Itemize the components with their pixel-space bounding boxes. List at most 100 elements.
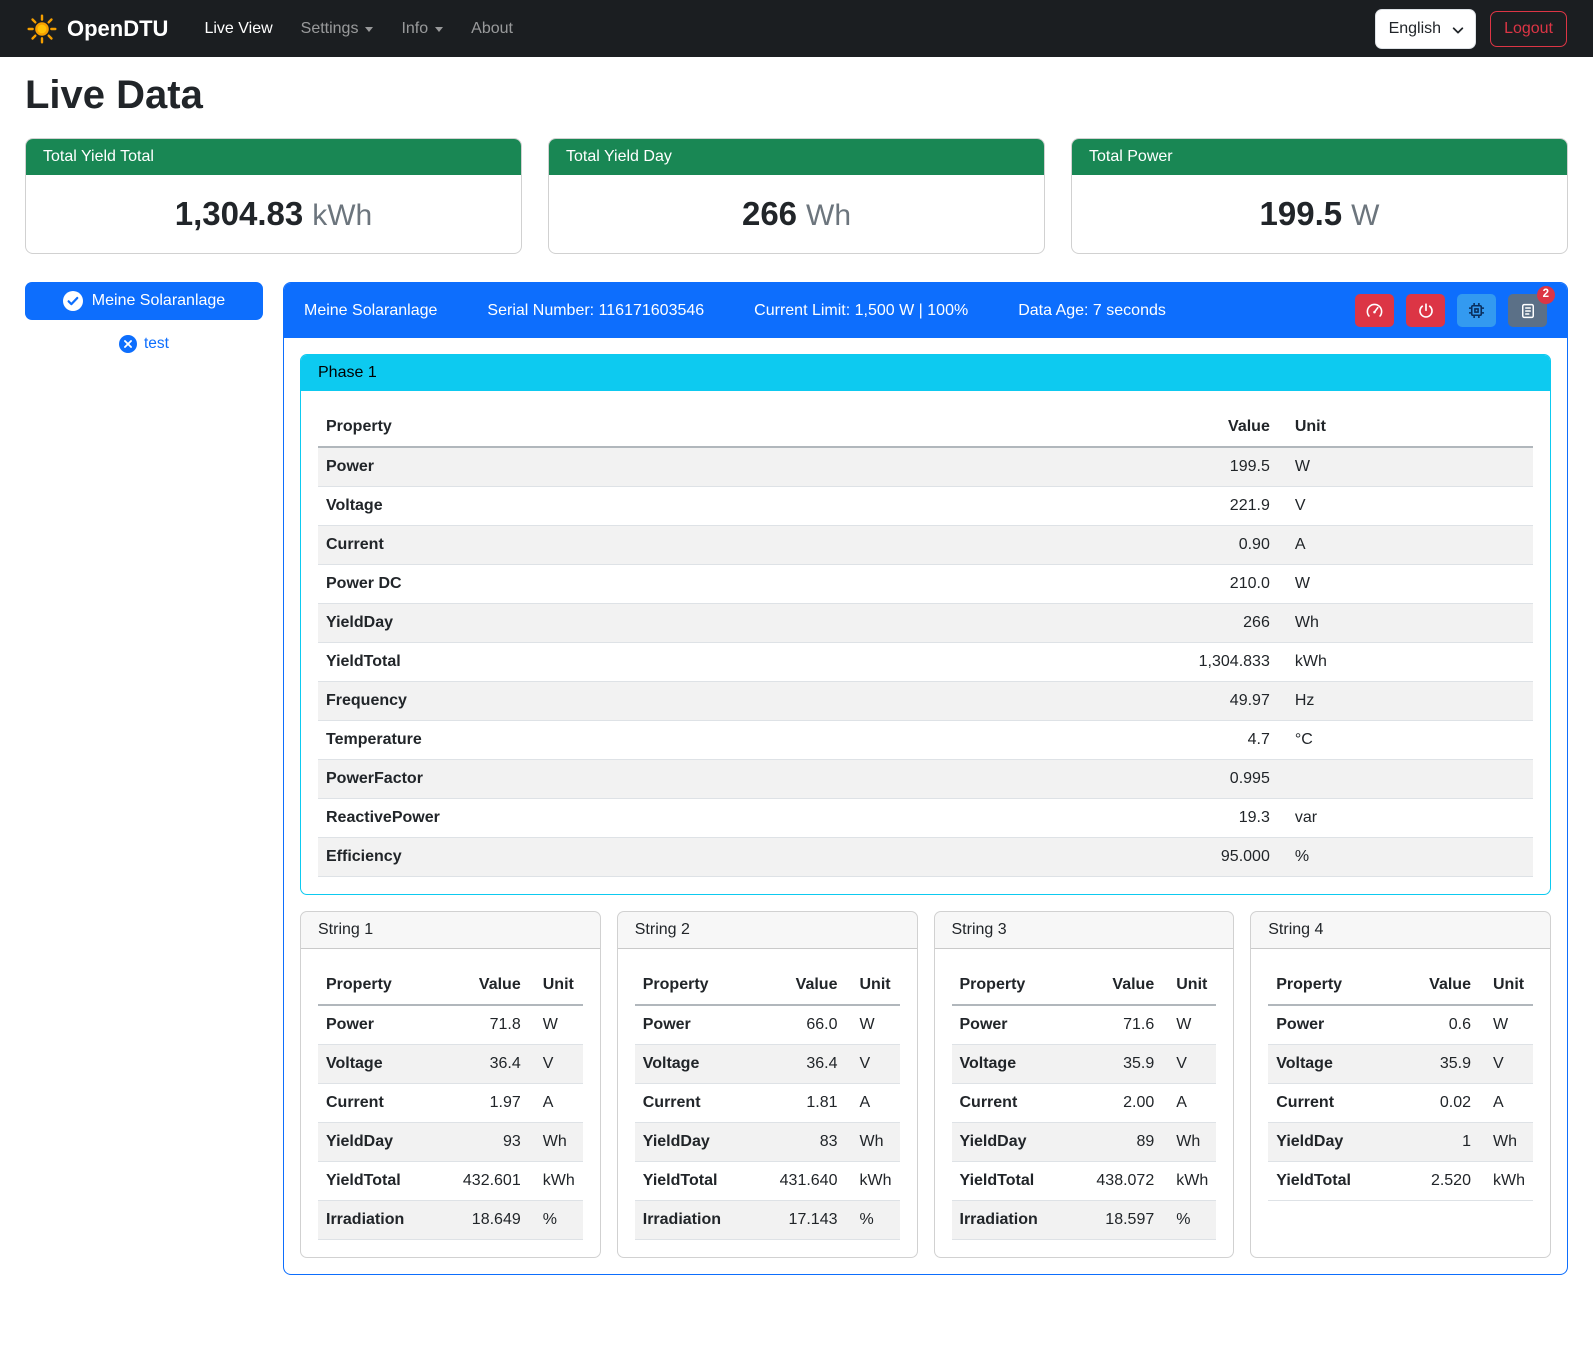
inverter-limit: Current Limit: 1,500 W | 100% xyxy=(754,302,968,320)
table-row: YieldTotal432.601kWh xyxy=(318,1162,583,1201)
property-cell: YieldDay xyxy=(952,1123,1089,1162)
table-row: YieldDay1Wh xyxy=(1268,1123,1533,1162)
inverter-select-button[interactable]: Meine Solaranlage xyxy=(25,282,263,320)
unit-cell: °C xyxy=(1278,721,1533,760)
string-card-4: String 4 Property Value Unit xyxy=(1250,911,1551,1258)
nav-settings[interactable]: Settings xyxy=(287,12,388,46)
unit-cell: Hz xyxy=(1278,682,1533,721)
summary-card-yield-total: Total Yield Total 1,304.83kWh xyxy=(25,138,522,254)
value-cell: 18.597 xyxy=(1088,1201,1162,1240)
value-cell: 266 xyxy=(1096,604,1278,643)
unit-cell: A xyxy=(1479,1084,1533,1123)
unit-cell: Wh xyxy=(1162,1123,1216,1162)
inverter-item-test-label: test xyxy=(144,335,169,353)
table-header-row: Property Value Unit xyxy=(952,966,1217,1005)
top-navbar: OpenDTU Live View Settings Info About En… xyxy=(0,0,1593,57)
table-row: YieldTotal431.640kWh xyxy=(635,1162,900,1201)
inverter-panel-header: Meine Solaranlage Serial Number: 1161716… xyxy=(284,283,1567,338)
unit-cell: kWh xyxy=(1479,1162,1533,1201)
unit-cell: Wh xyxy=(1278,604,1533,643)
value-cell: 1.97 xyxy=(455,1084,529,1123)
inverter-actions: 2 xyxy=(1355,294,1547,327)
column-header-unit: Unit xyxy=(1278,408,1533,447)
power-button[interactable] xyxy=(1406,294,1445,327)
table-header-row: Property Value Unit xyxy=(1268,966,1533,1005)
column-header-property: Property xyxy=(952,966,1089,1005)
language-select[interactable]: English xyxy=(1375,9,1476,49)
summary-card-unit: Wh xyxy=(806,199,851,232)
value-cell: 0.995 xyxy=(1096,760,1278,799)
unit-cell: kWh xyxy=(1162,1162,1216,1201)
value-cell: 438.072 xyxy=(1088,1162,1162,1201)
unit-cell: kWh xyxy=(1278,643,1533,682)
nav-about[interactable]: About xyxy=(457,12,527,46)
cpu-icon xyxy=(1467,301,1486,320)
string-card-body: Property Value Unit Power66.0W Voltage36… xyxy=(618,949,917,1257)
summary-card-title: Total Yield Day xyxy=(549,139,1044,175)
limit-settings-button[interactable] xyxy=(1355,294,1394,327)
property-cell: YieldDay xyxy=(318,1123,455,1162)
string-card-1: String 1 Property Value Unit xyxy=(300,911,601,1258)
string-card-body: Property Value Unit Power71.8W Voltage36… xyxy=(301,949,600,1257)
brand[interactable]: OpenDTU xyxy=(26,13,168,45)
device-info-button[interactable] xyxy=(1457,294,1496,327)
column-header-property: Property xyxy=(318,966,455,1005)
table-row: Power DC210.0W xyxy=(318,565,1533,604)
unit-cell: V xyxy=(529,1045,583,1084)
value-cell: 36.4 xyxy=(455,1045,529,1084)
table-row: Current1.81A xyxy=(635,1084,900,1123)
value-cell: 0.90 xyxy=(1096,526,1278,565)
value-cell: 18.649 xyxy=(455,1201,529,1240)
table-row: YieldDay89Wh xyxy=(952,1123,1217,1162)
string-card-3: String 3 Property Value Unit xyxy=(934,911,1235,1258)
table-row: ReactivePower19.3var xyxy=(318,799,1533,838)
property-cell: YieldTotal xyxy=(318,1162,455,1201)
summary-card-title: Total Power xyxy=(1072,139,1567,175)
property-cell: Current xyxy=(952,1084,1089,1123)
summary-card-yield-day: Total Yield Day 266Wh xyxy=(548,138,1045,254)
table-row: YieldDay93Wh xyxy=(318,1123,583,1162)
phase-card-title: Phase 1 xyxy=(301,355,1550,391)
nav-info[interactable]: Info xyxy=(387,12,457,46)
event-log-button[interactable]: 2 xyxy=(1508,294,1547,327)
column-header-value: Value xyxy=(1405,966,1479,1005)
string-card-body: Property Value Unit Power71.6W Voltage35… xyxy=(935,949,1234,1257)
value-cell: 432.601 xyxy=(455,1162,529,1201)
nav-live-view[interactable]: Live View xyxy=(190,12,286,46)
string-card-title: String 1 xyxy=(301,912,600,949)
property-cell: PowerFactor xyxy=(318,760,1096,799)
inverter-select-label: Meine Solaranlage xyxy=(92,292,225,310)
inverter-name: Meine Solaranlage xyxy=(304,302,437,320)
table-row: Irradiation17.143% xyxy=(635,1201,900,1240)
brand-label: OpenDTU xyxy=(67,16,168,42)
content-row: Meine Solaranlage test Meine Solaranlage… xyxy=(0,254,1593,1301)
inverter-serial: Serial Number: 116171603546 xyxy=(487,302,704,320)
language-select-value: English xyxy=(1389,20,1441,38)
table-row: Power71.6W xyxy=(952,1005,1217,1045)
phase-card-body: Property Value Unit Power199.5W Voltage2… xyxy=(301,391,1550,894)
summary-card-value: 1,304.83 xyxy=(175,195,303,232)
string-card-2: String 2 Property Value Unit xyxy=(617,911,918,1258)
summary-card-body: 266Wh xyxy=(549,175,1044,253)
unit-cell: V xyxy=(845,1045,899,1084)
summary-card-value: 199.5 xyxy=(1260,195,1343,232)
property-cell: Current xyxy=(318,526,1096,565)
column-header-property: Property xyxy=(635,966,772,1005)
table-row: Voltage35.9V xyxy=(1268,1045,1533,1084)
table-row: Voltage36.4V xyxy=(635,1045,900,1084)
unit-cell: V xyxy=(1278,487,1533,526)
column-header-property: Property xyxy=(1268,966,1405,1005)
value-cell: 71.8 xyxy=(455,1005,529,1045)
property-cell: Power xyxy=(635,1005,772,1045)
column-header-unit: Unit xyxy=(1479,966,1533,1005)
value-cell: 0.6 xyxy=(1405,1005,1479,1045)
table-row: Power199.5W xyxy=(318,447,1533,487)
unit-cell: W xyxy=(529,1005,583,1045)
unit-cell: A xyxy=(529,1084,583,1123)
logout-button[interactable]: Logout xyxy=(1490,11,1567,47)
inverter-item-test[interactable]: test xyxy=(25,335,263,353)
sun-logo-icon xyxy=(26,13,58,45)
table-row: Current0.02A xyxy=(1268,1084,1533,1123)
property-cell: Power xyxy=(1268,1005,1405,1045)
table-row: YieldDay266Wh xyxy=(318,604,1533,643)
